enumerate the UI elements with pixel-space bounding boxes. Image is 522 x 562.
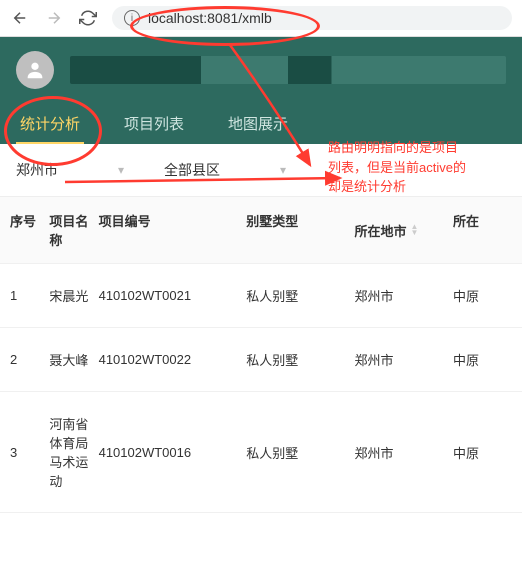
col-index: 序号 [10, 211, 49, 249]
table-row[interactable]: 1 宋晨光 410102WT0021 私人别墅 郑州市 中原 [0, 264, 522, 328]
annotation-text: 路由明明指向的是项目 列表，但是当前active的 却是统计分析 [328, 138, 518, 197]
tab-project-list[interactable]: 项目列表 [120, 103, 188, 144]
address-bar[interactable]: i localhost:8081/xmlb [112, 6, 512, 30]
site-info-icon[interactable]: i [124, 10, 140, 26]
tab-statistics[interactable]: 统计分析 [16, 103, 84, 144]
district-filter-label: 全部县区 [164, 160, 220, 180]
col-code: 项目编号 [99, 211, 247, 249]
filter-bar: 郑州市 ▾ 全部县区 ▾ 路由明明指向的是项目 列表，但是当前active的 却… [0, 144, 522, 197]
city-filter[interactable]: 郑州市 ▾ [16, 160, 124, 180]
header-title-blurred [70, 56, 506, 84]
avatar[interactable] [16, 51, 54, 89]
browser-toolbar: i localhost:8081/xmlb [0, 0, 522, 37]
reload-button[interactable] [78, 8, 98, 28]
col-city[interactable]: 所在地市 ▲▼ [355, 211, 453, 249]
chevron-down-icon: ▾ [280, 163, 286, 177]
city-filter-label: 郑州市 [16, 160, 58, 180]
app-header [0, 37, 522, 103]
col-name: 项目名称 [49, 211, 98, 249]
url-text: localhost:8081/xmlb [148, 10, 272, 26]
table-body: 1 宋晨光 410102WT0021 私人别墅 郑州市 中原 2 聂大峰 410… [0, 264, 522, 513]
col-last: 所在 [453, 211, 512, 249]
sort-icon: ▲▼ [411, 224, 419, 236]
back-button[interactable] [10, 8, 30, 28]
forward-button[interactable] [44, 8, 64, 28]
chevron-down-icon: ▾ [118, 163, 124, 177]
tab-map-view[interactable]: 地图展示 [224, 103, 292, 144]
district-filter[interactable]: 全部县区 ▾ [164, 160, 286, 180]
data-table: 序号 项目名称 项目编号 别墅类型 所在地市 ▲▼ 所在 1 宋晨光 41010… [0, 197, 522, 513]
table-row[interactable]: 3 河南省体育局马术运动 410102WT0016 私人别墅 郑州市 中原 [0, 392, 522, 513]
col-type: 别墅类型 [246, 211, 354, 249]
table-header: 序号 项目名称 项目编号 别墅类型 所在地市 ▲▼ 所在 [0, 197, 522, 264]
table-row[interactable]: 2 聂大峰 410102WT0022 私人别墅 郑州市 中原 [0, 328, 522, 392]
